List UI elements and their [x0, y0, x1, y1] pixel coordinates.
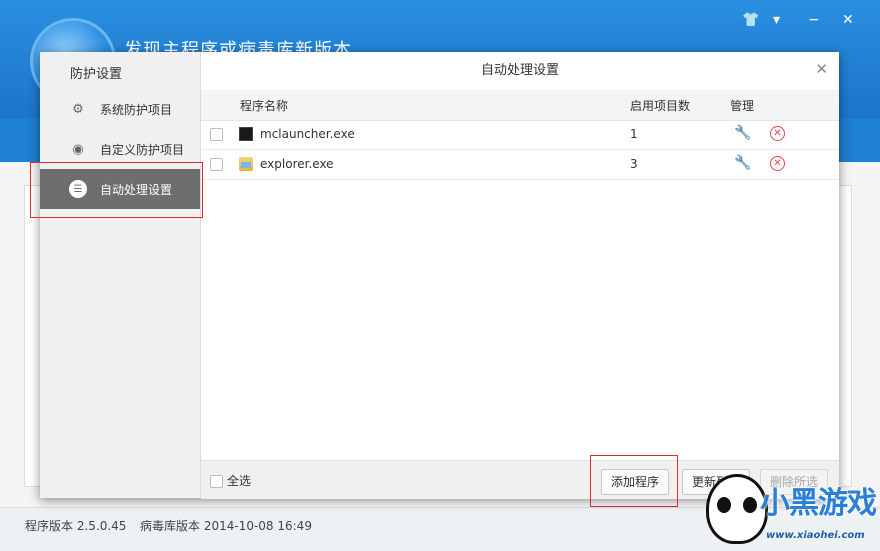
- table-row[interactable]: explorer.exe 3 🔧 ✕: [201, 150, 839, 180]
- watermark: 小黑游戏 www.xiaohei.com: [706, 468, 880, 550]
- sidebar-item-label: 自动处理设置: [100, 182, 173, 197]
- table-row[interactable]: mclauncher.exe 1 🔧 ✕: [201, 120, 839, 150]
- wrench-icon[interactable]: 🔧: [734, 155, 751, 171]
- sidebar-item-system-protection[interactable]: ⚙ 系统防护项目: [40, 89, 200, 129]
- settings-dialog: 防护设置 ⚙ 系统防护项目 ◉ 自定义防护项目 ☰ 自动处理设置 自动处理设置 …: [40, 52, 839, 499]
- column-enabled-count[interactable]: 启用项目数: [630, 97, 690, 114]
- gear-icon: ⚙: [72, 101, 84, 117]
- folder-icon: [239, 157, 253, 171]
- dialog-title: 自动处理设置: [201, 52, 839, 91]
- enabled-count: 3: [630, 157, 638, 171]
- delete-icon[interactable]: ✕: [770, 126, 785, 141]
- minimize-icon[interactable]: −: [808, 12, 820, 28]
- menu-icon[interactable]: ▾: [773, 12, 780, 28]
- enabled-count: 1: [630, 127, 638, 141]
- app-icon: [239, 127, 253, 141]
- close-icon[interactable]: ✕: [842, 12, 854, 28]
- settings-sidebar: 防护设置 ⚙ 系统防护项目 ◉ 自定义防护项目 ☰ 自动处理设置: [40, 52, 201, 498]
- program-name: mclauncher.exe: [260, 127, 355, 141]
- settings-main-panel: 自动处理设置 ✕ 程序名称 启用项目数 管理 mclauncher.exe 1 …: [201, 52, 839, 499]
- shield-icon: ◉: [72, 141, 84, 157]
- sidebar-item-label: 系统防护项目: [100, 102, 173, 117]
- watermark-url: www.xiaohei.com: [766, 530, 865, 541]
- column-manage: 管理: [730, 99, 755, 113]
- wrench-icon[interactable]: 🔧: [734, 125, 751, 141]
- row-checkbox[interactable]: [210, 128, 223, 141]
- select-all-label[interactable]: 全选: [227, 472, 251, 489]
- sidebar-title: 防护设置: [70, 67, 123, 82]
- table-header: 程序名称 启用项目数 管理: [201, 90, 839, 121]
- select-all-checkbox[interactable]: [210, 475, 223, 488]
- sidebar-item-label: 自定义防护项目: [100, 142, 185, 157]
- add-program-button[interactable]: 添加程序: [601, 469, 670, 495]
- sidebar-item-auto-handling[interactable]: ☰ 自动处理设置: [40, 169, 200, 209]
- program-version: 程序版本 2.5.0.45: [25, 519, 127, 533]
- panda-logo: [706, 474, 768, 544]
- virus-db-version: 病毒库版本 2014-10-08 16:49: [140, 519, 312, 533]
- list-icon: ☰: [69, 180, 87, 198]
- dialog-close-icon[interactable]: ✕: [815, 60, 828, 78]
- column-program-name[interactable]: 程序名称: [240, 97, 288, 114]
- watermark-text: 小黑游戏: [760, 486, 877, 521]
- sidebar-item-custom-protection[interactable]: ◉ 自定义防护项目: [40, 129, 200, 169]
- program-name: explorer.exe: [260, 157, 334, 171]
- delete-icon[interactable]: ✕: [770, 156, 785, 171]
- row-checkbox[interactable]: [210, 158, 223, 171]
- skin-icon[interactable]: 👕: [742, 12, 759, 28]
